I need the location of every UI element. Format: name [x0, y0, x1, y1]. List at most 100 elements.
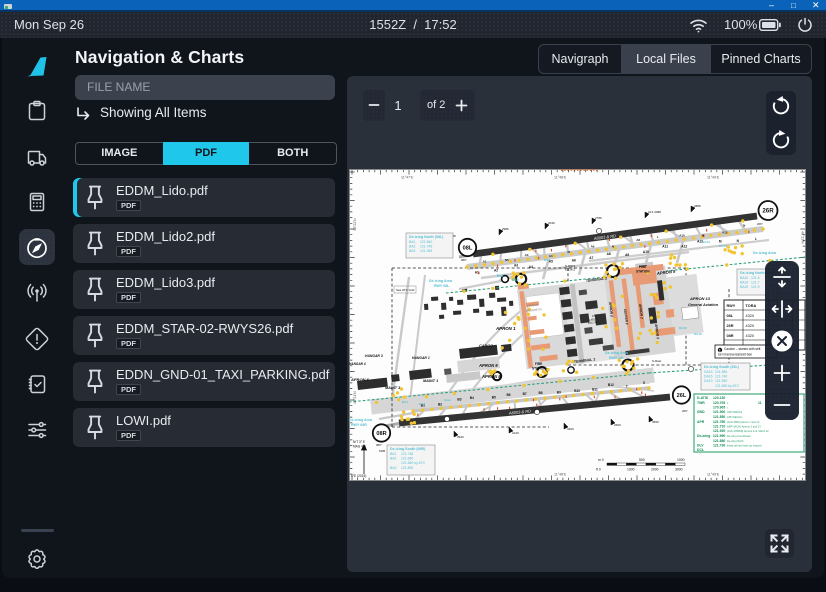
svg-text:2046: 2046: [548, 221, 555, 225]
svg-text:turn transversal/exit-taxi: turn transversal/exit-taxi: [718, 353, 752, 357]
svg-text:BA3: BA3: [419, 402, 425, 406]
svg-text:BA4: BA4: [497, 274, 504, 278]
svg-text:RWY: RWY: [727, 304, 736, 308]
svg-text:STATION: STATION: [532, 367, 546, 371]
svg-text:086°: 086°: [376, 443, 382, 447]
svg-text:26R: 26R: [727, 324, 734, 328]
svg-text:FIRE: FIRE: [639, 265, 646, 269]
svg-text:B3: B3: [457, 397, 461, 401]
svg-text:3940: 3940: [457, 435, 464, 439]
svg-text:DEP+(ACH) Aprons 2 and 13: DEP+(ACH) Aprons 2 and 13: [727, 425, 761, 429]
svg-text:N-48213: N-48213: [565, 264, 576, 268]
svg-text:A1: A1: [475, 271, 479, 275]
svg-text:11°49'E: 11°49'E: [707, 473, 720, 477]
svg-text:3650: 3650: [652, 420, 659, 424]
svg-text:B4: B4: [470, 396, 474, 400]
svg-text:STATION: STATION: [636, 270, 650, 274]
svg-text:A1: A1: [483, 259, 487, 263]
svg-text:APRON 13: APRON 13: [689, 296, 711, 301]
svg-text:120.705: 120.705: [713, 401, 725, 405]
svg-text:De-icing North (08L): De-icing North (08L): [409, 235, 444, 239]
svg-text:500: 500: [639, 458, 645, 462]
svg-text:Caution – stands with self-: Caution – stands with self-: [724, 347, 761, 351]
svg-text:GND: GND: [697, 410, 705, 414]
svg-text:HANGAR 3: HANGAR 3: [365, 354, 383, 358]
svg-text:A6: A6: [591, 244, 595, 248]
svg-text:2886: 2886: [694, 204, 701, 208]
svg-text:121.990: 121.990: [713, 434, 725, 438]
svg-text:N: N: [612, 244, 614, 248]
svg-text:A7: A7: [589, 256, 593, 260]
svg-text:3200: 3200: [567, 427, 574, 431]
svg-text:DA1: DA1: [544, 258, 550, 262]
svg-text:De-icing Coordinator: De-icing Coordinator: [727, 434, 751, 438]
svg-text:121.840: 121.840: [420, 240, 432, 244]
svg-text:BA16: BA16: [740, 281, 748, 285]
svg-text:TWR: TWR: [697, 401, 705, 405]
svg-text:L: L: [755, 237, 757, 241]
svg-text:RWY 08L: RWY 08L: [434, 284, 450, 288]
svg-text:4°E (2015): 4°E (2015): [351, 474, 366, 478]
svg-text:1000: 1000: [627, 468, 635, 472]
svg-text:N/T 3° E: N/T 3° E: [353, 440, 365, 444]
svg-text:266°: 266°: [757, 222, 763, 226]
svg-text:DA13: DA13: [702, 240, 710, 244]
svg-text:A10: A10: [643, 250, 649, 254]
svg-text:A10: A10: [679, 234, 685, 238]
svg-text:A3: A3: [514, 263, 518, 267]
svg-text:B2: B2: [438, 402, 442, 406]
svg-text:08L: 08L: [463, 246, 473, 252]
svg-text:RWY 08R: RWY 08R: [351, 423, 367, 427]
svg-text:DA16: DA16: [694, 332, 702, 336]
svg-text:121.850: 121.850: [713, 415, 725, 419]
svg-text:initial call and start-up requ: initial call and start-up request: [727, 444, 762, 448]
svg-text:Area: Area: [444, 398, 451, 402]
svg-text:121.710: 121.710: [713, 425, 725, 429]
svg-text:De-icing Area: De-icing Area: [605, 351, 629, 355]
svg-text:08R: 08R: [376, 431, 386, 437]
svg-text:11°49'E: 11°49'E: [707, 176, 720, 180]
svg-text:A12: A12: [722, 231, 728, 235]
svg-text:121.730: 121.730: [713, 444, 725, 448]
svg-text:4320: 4320: [746, 314, 754, 318]
svg-text:ft 0: ft 0: [596, 468, 601, 472]
svg-text:123.130: 123.130: [713, 396, 725, 400]
svg-text:B5: B5: [492, 395, 496, 399]
svg-text:48°22'N: 48°22'N: [801, 231, 805, 244]
svg-text:S-Rast: S-Rast: [652, 359, 661, 363]
svg-text:11°48'E: 11°48'E: [554, 473, 567, 477]
svg-text:FIRE: FIRE: [535, 362, 542, 366]
svg-text:121.890: 121.890: [401, 466, 413, 470]
svg-text:BA3: BA3: [409, 249, 416, 253]
svg-text:121.880: 121.880: [713, 439, 725, 443]
svg-text:2120: 2120: [512, 431, 519, 435]
svg-text:A9: A9: [625, 253, 629, 257]
svg-text:B7: B7: [523, 392, 527, 396]
svg-text:08R: 08R: [727, 334, 734, 338]
svg-text:A6: A6: [572, 258, 576, 262]
svg-text:(ACH 26R/08) Aprons 3+5, Maint: (ACH 26R/08) Aprons 3+5, Maint 12: [727, 429, 769, 433]
svg-text:4320: 4320: [746, 334, 754, 338]
svg-text:08L: 08L: [727, 314, 734, 318]
svg-text:DA15: DA15: [704, 370, 713, 374]
svg-text:121.780: 121.780: [713, 420, 725, 424]
svg-text:De-icing Area: De-icing Area: [753, 251, 777, 255]
svg-text:3000: 3000: [675, 468, 683, 472]
svg-text:A11: A11: [662, 244, 668, 248]
svg-text:B6: B6: [507, 393, 511, 397]
svg-text:121.745: 121.745: [420, 245, 432, 249]
svg-text:2600: 2600: [614, 423, 621, 427]
svg-text:2786: 2786: [595, 216, 602, 220]
svg-text:De-icing: De-icing: [697, 434, 710, 438]
svg-text:TORA: TORA: [746, 304, 757, 308]
svg-text:121.690 by ATC: 121.690 by ATC: [715, 384, 740, 388]
svg-text:26L: 26L: [677, 393, 687, 399]
svg-text:11°48'E: 11°48'E: [554, 176, 567, 180]
svg-text:4320: 4320: [746, 324, 754, 328]
svg-text:MAG 4°E: MAG 4°E: [353, 445, 366, 449]
svg-text:APRON 9: APRON 9: [478, 363, 498, 368]
svg-text:APRON 6: APRON 6: [350, 377, 370, 382]
svg-text:B10: B10: [574, 389, 580, 393]
svg-text:DA19: DA19: [704, 379, 713, 383]
svg-text:121.680 by ATC: 121.680 by ATC: [401, 461, 426, 465]
